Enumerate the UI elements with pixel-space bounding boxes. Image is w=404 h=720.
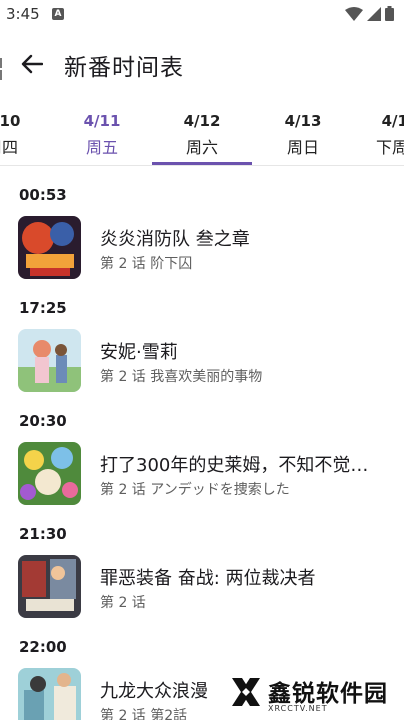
item-subtitle: 第 2 话 阶下囚	[100, 256, 193, 272]
slot-time: 20:30	[19, 412, 67, 430]
watermark-domain: XRCCTV.NET	[268, 704, 328, 713]
wifi-icon	[345, 6, 363, 21]
tab-day-4[interactable]: 4/13 周日	[253, 100, 353, 166]
tab-day-5[interactable]: 4/14 下周一	[350, 100, 404, 166]
back-button[interactable]	[18, 50, 46, 78]
tab-day-3[interactable]: 4/12 周六	[152, 100, 252, 166]
status-icons	[345, 6, 394, 21]
tab-weekday: 下周一	[375, 138, 404, 157]
slot-time: 00:53	[19, 186, 67, 204]
battery-icon	[385, 6, 394, 21]
slot-time: 17:25	[19, 299, 67, 317]
slot-time: 22:00	[19, 638, 67, 656]
cover-thumbnail	[18, 555, 81, 618]
list-item[interactable]: 安妮·雪莉 第 2 话 我喜欢美丽的事物	[0, 329, 404, 401]
item-subtitle: 第 2 话	[100, 595, 146, 611]
schedule-list[interactable]: 00:53 炎炎消防队 叁之章 第 2 话 阶下囚 17:25 安妮·雪莉 第 …	[0, 166, 404, 720]
tab-day-1[interactable]: 4/10 周四	[0, 100, 52, 166]
tab-date: 4/14	[381, 112, 404, 130]
item-title: 打了300年的史莱姆，不知不觉…	[100, 455, 369, 476]
cover-thumbnail	[18, 329, 81, 392]
item-title: 炎炎消防队 叁之章	[100, 229, 250, 250]
list-item[interactable]: 罪恶装备 奋战: 两位裁决者 第 2 话	[0, 555, 404, 627]
status-bar: 3:45 A	[0, 0, 404, 28]
item-title: 安妮·雪莉	[100, 342, 178, 363]
item-title: 罪恶装备 奋战: 两位裁决者	[100, 568, 316, 589]
cover-thumbnail	[18, 216, 81, 279]
tab-weekday: 周六	[185, 138, 218, 157]
list-item[interactable]: 打了300年的史莱姆，不知不觉… 第 2 话 アンデッドを捜索した	[0, 442, 404, 514]
app-bar: 新番时间表	[0, 28, 404, 100]
tab-date: 4/12	[183, 112, 221, 130]
status-time: 3:45	[6, 5, 40, 23]
slot-time: 21:30	[19, 525, 67, 543]
tab-date: 4/11	[83, 112, 121, 130]
watermark-logo-icon	[232, 678, 260, 706]
page-title: 新番时间表	[64, 55, 184, 81]
tab-date: 4/10	[0, 112, 21, 130]
list-item[interactable]: 炎炎消防队 叁之章 第 2 话 阶下囚	[0, 216, 404, 288]
cover-thumbnail	[18, 668, 81, 720]
tab-day-2[interactable]: 4/11 周五	[52, 100, 152, 166]
item-subtitle: 第 2 话 アンデッドを捜索した	[100, 482, 290, 498]
item-title: 九龙大众浪漫	[100, 681, 208, 702]
tab-weekday: 周五	[85, 138, 118, 157]
day-tabs: 4/10 周四 4/11 周五 4/12 周六 4/13 周日 4/14 下周一	[0, 100, 404, 166]
cover-thumbnail	[18, 442, 81, 505]
back-arrow-icon	[21, 54, 43, 74]
signal-icon	[367, 6, 381, 21]
notification-badge-icon: A	[52, 8, 64, 20]
item-subtitle: 第 2 话 第2話	[100, 708, 188, 720]
watermark: 鑫锐软件园 XRCCTV.NET	[224, 668, 400, 716]
watermark-text: 鑫锐软件园	[268, 681, 388, 707]
tab-date: 4/13	[284, 112, 322, 130]
item-subtitle: 第 2 话 我喜欢美丽的事物	[100, 369, 263, 385]
tab-weekday: 周四	[0, 138, 18, 157]
tab-weekday: 周日	[286, 138, 319, 157]
